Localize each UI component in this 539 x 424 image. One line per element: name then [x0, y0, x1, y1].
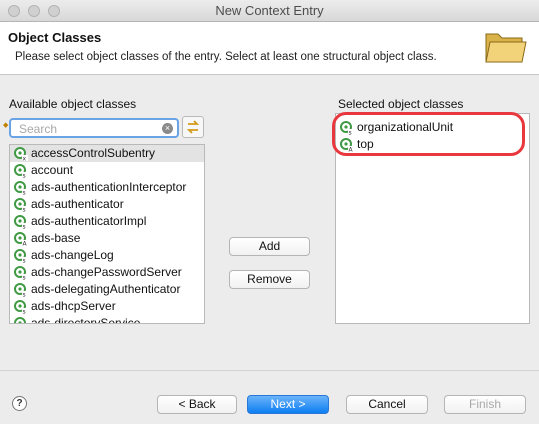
list-item[interactable]: s ads-dhcpServer — [10, 298, 204, 315]
list-item[interactable]: s ads-delegatingAuthenticator — [10, 281, 204, 298]
selected-classes-label: Selected object classes — [338, 97, 464, 111]
list-item[interactable]: s ads-directoryService — [10, 315, 204, 323]
back-button[interactable]: < Back — [157, 395, 237, 414]
cancel-button[interactable]: Cancel — [346, 395, 428, 414]
object-class-icon: s — [14, 249, 28, 263]
list-item[interactable]: Aads-base — [10, 230, 204, 247]
svg-text:s: s — [23, 224, 26, 229]
object-class-icon: s — [14, 317, 26, 323]
list-item[interactable]: s account — [10, 162, 204, 179]
svg-text:x: x — [23, 156, 27, 161]
list-item[interactable]: s ads-authenticator — [10, 196, 204, 213]
object-class-icon: s — [14, 198, 28, 212]
list-item[interactable]: s ads-authenticatorImpl — [10, 213, 204, 230]
svg-text:s: s — [23, 292, 26, 297]
list-item[interactable]: x accessControlSubentry — [10, 145, 204, 162]
folder-icon — [485, 33, 527, 63]
search-marker-icon: ◆ — [3, 122, 9, 129]
object-class-icon: x — [14, 147, 28, 161]
object-class-icon: s — [14, 181, 28, 195]
object-class-icon: s — [14, 300, 28, 314]
object-class-icon: s — [14, 215, 28, 229]
svg-text:s: s — [23, 207, 26, 212]
svg-text:s: s — [23, 309, 26, 314]
list-item[interactable]: Atop — [336, 136, 529, 153]
object-class-icon: s — [14, 266, 28, 280]
available-classes-label: Available object classes — [9, 97, 137, 111]
toggle-view-button[interactable] — [182, 116, 204, 138]
toggle-arrows-icon — [186, 120, 200, 134]
window-titlebar: New Context Entry — [0, 0, 539, 22]
help-icon[interactable]: ? — [12, 396, 27, 411]
available-classes-list[interactable]: x accessControlSubentry s account s ads-aut… — [9, 144, 205, 324]
page-title: Object Classes — [8, 30, 102, 45]
selected-classes-list[interactable]: s organizationalUnit Atop — [335, 113, 530, 324]
svg-text:s: s — [23, 275, 26, 280]
wizard-header: Object Classes Please select object clas… — [0, 22, 539, 75]
list-item[interactable]: s organizationalUnit — [336, 119, 529, 136]
object-class-icon: s — [340, 121, 354, 135]
page-description: Please select object classes of the entr… — [15, 51, 437, 63]
window-title: New Context Entry — [215, 3, 324, 18]
object-class-icon: A — [340, 138, 354, 152]
search-field[interactable]: × — [9, 118, 179, 138]
svg-text:s: s — [349, 130, 352, 135]
next-button[interactable]: Next > — [247, 395, 329, 414]
footer-divider — [0, 370, 539, 371]
finish-button[interactable]: Finish — [444, 395, 526, 414]
object-class-icon: A — [14, 232, 28, 246]
list-item[interactable]: s ads-changeLog — [10, 247, 204, 264]
list-item[interactable]: s ads-changePasswordServer — [10, 264, 204, 281]
search-input[interactable] — [19, 121, 159, 136]
clear-search-icon[interactable]: × — [162, 123, 173, 134]
remove-button[interactable]: Remove — [229, 270, 310, 289]
object-class-icon: s — [14, 164, 28, 178]
list-item[interactable]: s ads-authenticationInterceptor — [10, 179, 204, 196]
svg-text:s: s — [23, 190, 26, 195]
object-class-icon: s — [14, 283, 28, 297]
add-button[interactable]: Add — [229, 237, 310, 256]
svg-text:s: s — [23, 258, 26, 263]
svg-text:s: s — [23, 173, 26, 178]
